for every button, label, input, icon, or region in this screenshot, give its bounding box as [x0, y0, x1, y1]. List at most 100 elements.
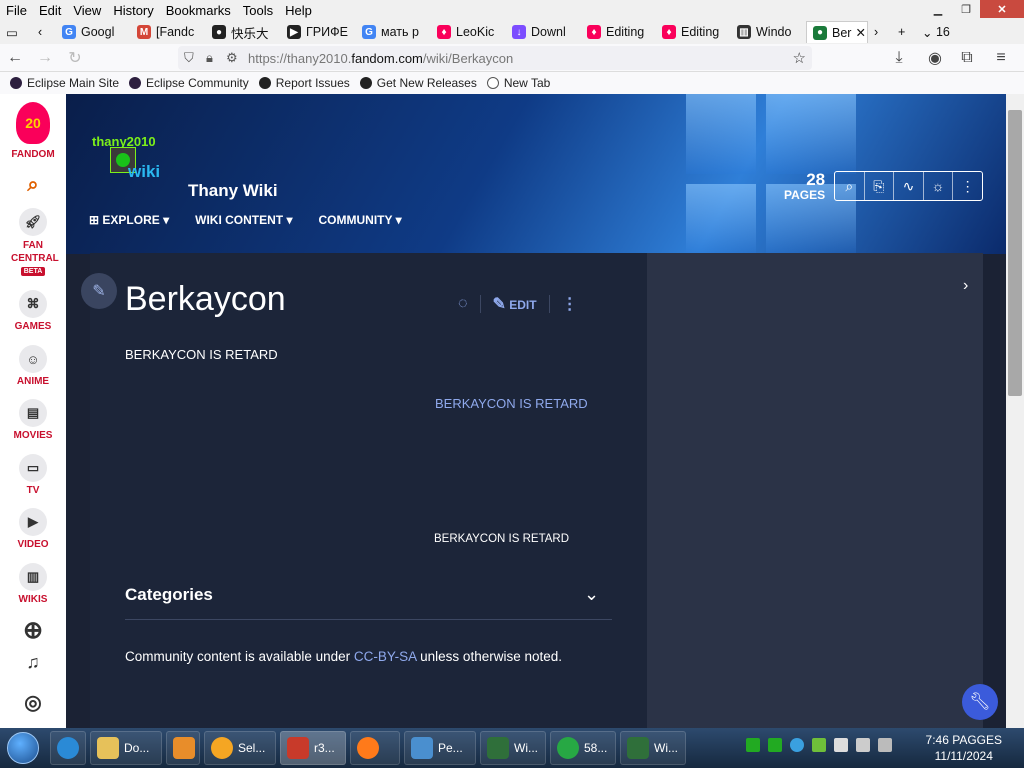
- menu-edit[interactable]: Edit: [33, 3, 67, 18]
- discussions-icon[interactable]: ⎘: [865, 172, 895, 200]
- taskbar-item[interactable]: Wi...: [480, 731, 546, 765]
- tab-scroll-left-icon[interactable]: ‹: [32, 21, 56, 43]
- rail-item-tv[interactable]: ▭ TV: [0, 454, 66, 496]
- pencil-icon: ✎: [492, 296, 506, 313]
- tab[interactable]: G Googl: [56, 21, 131, 43]
- close-tab-icon[interactable]: ✕: [855, 25, 865, 40]
- comment-icon[interactable]: ◌: [458, 295, 468, 313]
- tray-icon[interactable]: [790, 738, 804, 752]
- bookmark-item[interactable]: Get New Releases: [359, 76, 477, 90]
- tab[interactable]: Gмать р: [356, 21, 431, 43]
- menu-bar: File Edit View History Bookmarks Tools H…: [0, 0, 1024, 20]
- categories-heading[interactable]: Categories: [125, 585, 213, 605]
- taskbar-item[interactable]: Wi...: [620, 731, 686, 765]
- wrench-icon[interactable]: 🔧︎: [962, 684, 998, 720]
- article-link[interactable]: BERKAYCON IS RETARD: [435, 396, 588, 411]
- tab[interactable]: ▥ Windo: [731, 21, 806, 43]
- chevron-right-icon[interactable]: ›: [963, 277, 968, 295]
- fandom-logo[interactable]: 20 FANDOM: [0, 102, 66, 160]
- taskbar-item[interactable]: Pe...: [404, 731, 476, 765]
- start-button[interactable]: [0, 728, 46, 768]
- media-player-icon: [173, 737, 195, 759]
- account-icon[interactable]: ◉: [920, 48, 950, 68]
- back-icon[interactable]: ←: [0, 49, 30, 67]
- volume-icon[interactable]: [878, 738, 892, 752]
- more-options-icon[interactable]: ⋮: [953, 172, 982, 200]
- network-icon[interactable]: [856, 738, 870, 752]
- tab-list-icon[interactable]: ▭: [0, 21, 32, 43]
- wiki-name[interactable]: Thany Wiki: [188, 181, 278, 201]
- nav-community[interactable]: COMMUNITY ▾: [319, 213, 402, 227]
- extensions-icon[interactable]: ⧉: [952, 49, 982, 67]
- shield-icon[interactable]: ⛉: [184, 50, 194, 66]
- search-icon[interactable]: ⌕: [835, 172, 865, 200]
- menu-file[interactable]: File: [0, 3, 33, 18]
- taskbar-item[interactable]: Sel...: [204, 731, 276, 765]
- tray-icon[interactable]: [768, 738, 782, 752]
- tray-icon[interactable]: [812, 738, 826, 752]
- bookmark-item[interactable]: Eclipse Community: [129, 76, 249, 90]
- rail-item-games[interactable]: ⌘ GAMES: [0, 290, 66, 332]
- theme-toggle-icon[interactable]: ☼: [924, 172, 954, 200]
- tab[interactable]: ● 快乐大: [206, 21, 281, 43]
- tab[interactable]: ♦ Editing: [581, 21, 656, 43]
- tab[interactable]: ▶ ГРИФЕ: [281, 21, 356, 43]
- taskbar-item[interactable]: [350, 731, 400, 765]
- chevron-down-icon[interactable]: ⌄: [584, 584, 599, 605]
- new-tab-icon[interactable]: +: [892, 21, 916, 43]
- forward-icon[interactable]: →: [30, 49, 60, 67]
- reload-icon[interactable]: ↻: [60, 48, 90, 68]
- downloads-icon[interactable]: ⤓: [884, 49, 914, 67]
- user-avatar-icon[interactable]: ◎: [0, 690, 66, 715]
- tab-active[interactable]: ● Ber ✕: [806, 21, 868, 43]
- taskbar-item[interactable]: [166, 731, 200, 765]
- bookmark-star-icon[interactable]: ☆: [793, 49, 806, 67]
- scrollbar-thumb[interactable]: [1008, 110, 1022, 396]
- taskbar-item[interactable]: 58...: [550, 731, 616, 765]
- more-options-icon[interactable]: ⋮: [562, 294, 578, 314]
- nav-wiki-content[interactable]: WIKI CONTENT ▾: [195, 213, 292, 227]
- rail-item-wikis[interactable]: ▥ WIKIS: [0, 563, 66, 605]
- restore-icon[interactable]: ❐: [952, 0, 980, 18]
- menu-tools[interactable]: Tools: [237, 3, 279, 18]
- pencil-icon[interactable]: ✎: [81, 273, 117, 309]
- tab[interactable]: ♦ Editing: [656, 21, 731, 43]
- recent-activity-icon[interactable]: ∿: [894, 172, 924, 200]
- notification-bell-icon[interactable]: ♫: [0, 652, 66, 673]
- menu-view[interactable]: View: [67, 3, 107, 18]
- bookmark-item[interactable]: Report Issues: [258, 76, 350, 90]
- tab-scroll-right-icon[interactable]: ›: [868, 21, 892, 43]
- wiki-logo[interactable]: thany2010 wiki: [92, 134, 164, 184]
- taskbar-item[interactable]: Do...: [90, 731, 162, 765]
- tray-icon[interactable]: [746, 738, 760, 752]
- nav-explore[interactable]: ⊞ EXPLORE ▾: [89, 213, 169, 227]
- system-clock[interactable]: 7:46 PAGGES 11/11/2024: [926, 732, 1002, 764]
- minimize-icon[interactable]: ▁: [924, 0, 952, 18]
- ie-icon[interactable]: [50, 731, 86, 765]
- rail-item-movies[interactable]: ▤ MOVIES: [0, 399, 66, 441]
- edit-button[interactable]: ✎ EDIT: [493, 294, 537, 314]
- tab[interactable]: M [Fandc: [131, 21, 206, 43]
- search-icon[interactable]: ⌕: [0, 174, 66, 197]
- bookmark-item[interactable]: Eclipse Main Site: [10, 76, 119, 90]
- flag-icon[interactable]: [834, 738, 848, 752]
- add-icon[interactable]: ⊕: [0, 616, 66, 645]
- taskbar-item[interactable]: r3...: [280, 731, 346, 765]
- menu-bookmarks[interactable]: Bookmarks: [160, 3, 237, 18]
- hamburger-menu-icon[interactable]: ≡: [986, 49, 1016, 67]
- menu-history[interactable]: History: [107, 3, 159, 18]
- permissions-icon[interactable]: ⚙: [226, 50, 238, 66]
- rail-item-video[interactable]: ▶ VIDEO: [0, 508, 66, 550]
- menu-help[interactable]: Help: [279, 3, 318, 18]
- tab[interactable]: ↓ Downl: [506, 21, 581, 43]
- lock-icon[interactable]: 🔒︎: [206, 50, 213, 66]
- page-counter: 28 PAGES: [784, 170, 826, 202]
- rail-item-anime[interactable]: ☺ ANIME: [0, 345, 66, 387]
- rail-item-fan-central[interactable]: 🚀︎ FAN CENTRAL BETA: [0, 208, 66, 276]
- close-window-icon[interactable]: ✕: [980, 0, 1024, 18]
- url-bar[interactable]: ⛉ 🔒︎ ⚙ https://thany2010.fandom.com/wiki…: [178, 46, 812, 70]
- tab[interactable]: ♦ LeoKic: [431, 21, 506, 43]
- license-link[interactable]: CC-BY-SA: [354, 649, 417, 664]
- bookmark-item[interactable]: New Tab: [486, 76, 550, 90]
- tab-count[interactable]: ⌄ 16: [916, 21, 954, 43]
